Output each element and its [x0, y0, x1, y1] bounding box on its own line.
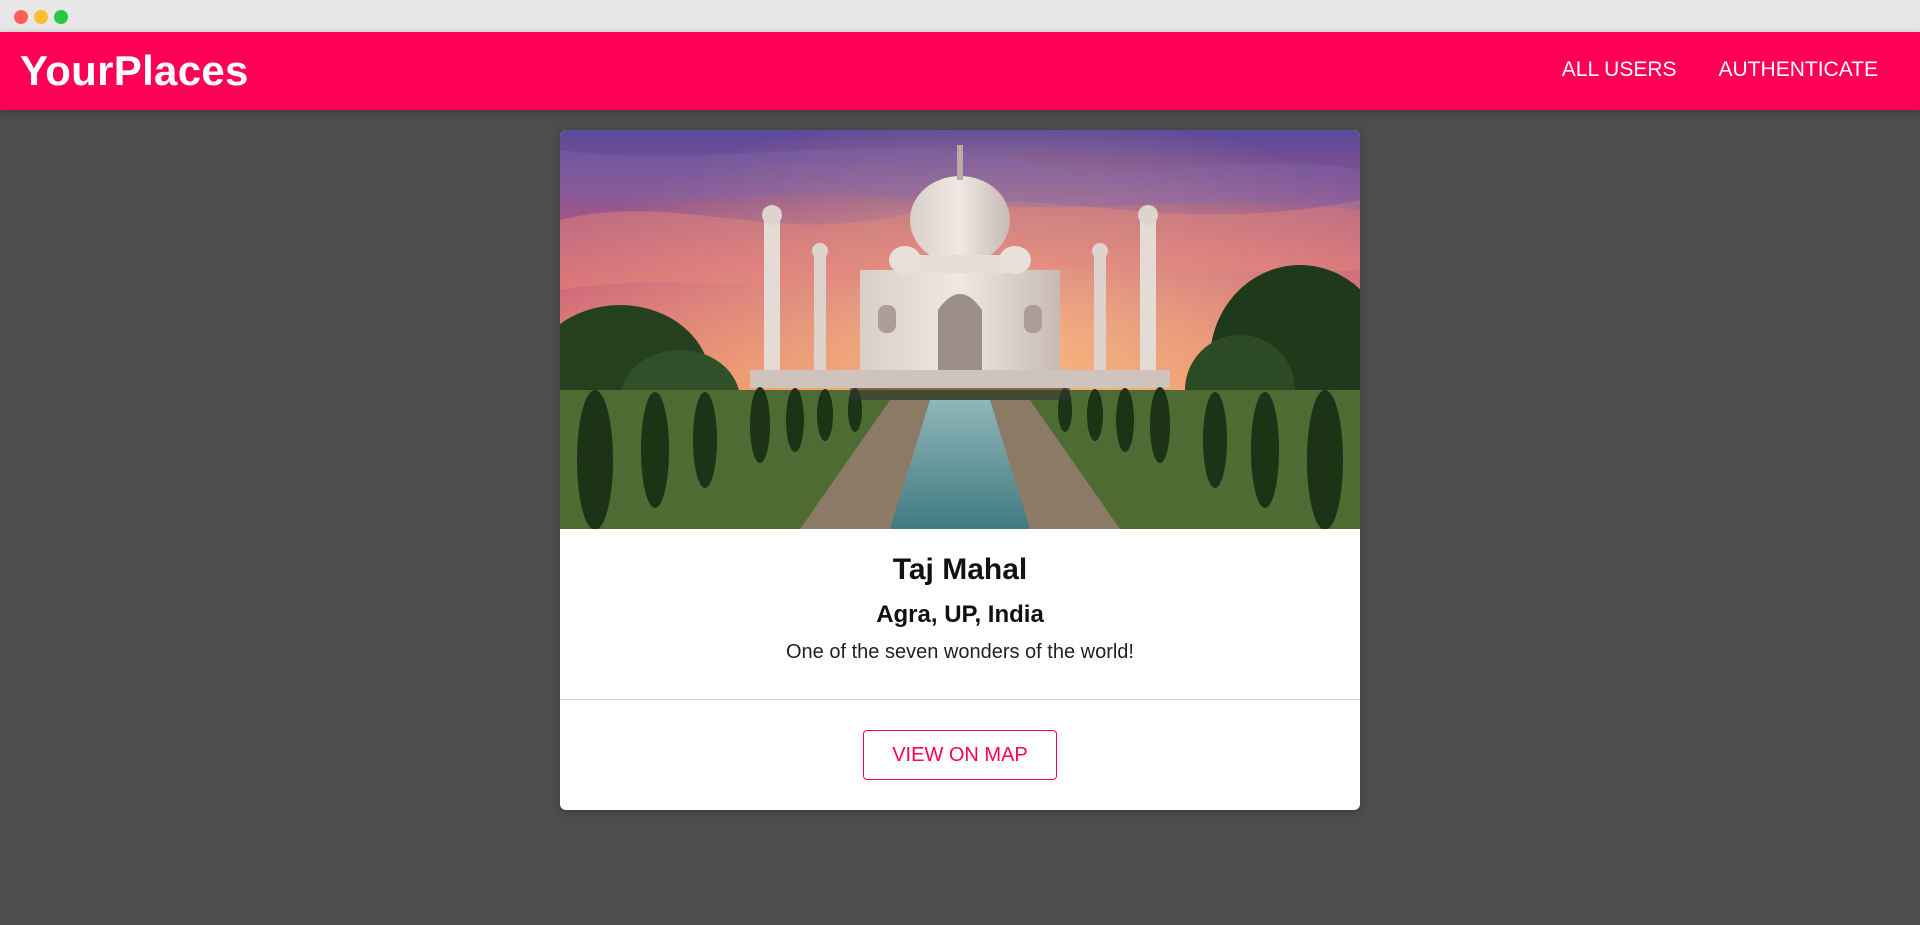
app-logo-link[interactable]: YourPlaces	[20, 46, 249, 96]
place-address: Agra, UP, India	[876, 601, 1044, 628]
view-on-map-button[interactable]: VIEW ON MAP	[863, 730, 1057, 780]
place-card: Taj Mahal Agra, UP, India One of the sev…	[560, 130, 1360, 810]
place-image	[560, 130, 1360, 529]
window-titlebar	[0, 0, 1920, 32]
maximize-window-button[interactable]	[54, 10, 68, 24]
minimize-window-button[interactable]	[34, 10, 48, 24]
place-title: Taj Mahal	[892, 553, 1028, 586]
nav-link-authenticate[interactable]: AUTHENTICATE	[1719, 56, 1878, 83]
main-nav: ALL USERS AUTHENTICATE	[1562, 56, 1878, 83]
nav-link-all-users[interactable]: ALL USERS	[1562, 56, 1677, 83]
card-divider	[560, 699, 1360, 700]
main-header: YourPlaces ALL USERS AUTHENTICATE	[0, 32, 1920, 110]
place-info: Taj Mahal Agra, UP, India One of the sev…	[560, 529, 1360, 664]
place-actions: VIEW ON MAP	[560, 730, 1360, 780]
close-window-button[interactable]	[14, 10, 28, 24]
place-description: One of the seven wonders of the world!	[786, 641, 1134, 663]
